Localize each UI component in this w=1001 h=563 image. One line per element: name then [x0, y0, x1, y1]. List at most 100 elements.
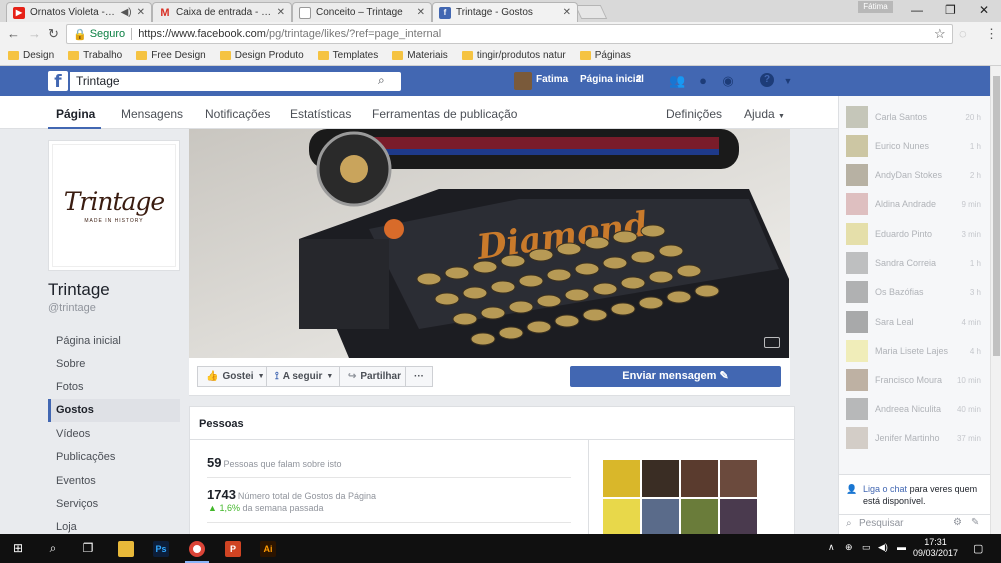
bookmark-folder[interactable]: Design Produto [219, 50, 304, 61]
friend-photo[interactable] [681, 460, 718, 497]
facebook-search-input[interactable]: Trintage [70, 72, 401, 91]
tray-chevron-icon[interactable]: ∧ [828, 542, 835, 553]
bookmark-folder[interactable]: Materiais [392, 50, 448, 61]
friend-photo[interactable] [720, 460, 757, 497]
tab-notifications[interactable]: Notificações [205, 107, 270, 121]
url-field[interactable]: 🔒 Seguro https://www.facebook.com /pg/tr… [66, 24, 953, 44]
photoshop-icon[interactable]: Ps [153, 541, 169, 557]
tab-publishing-tools[interactable]: Ferramentas de publicação [372, 107, 517, 121]
extension-icon[interactable]: ◌ [959, 26, 967, 41]
browser-tab[interactable]: Conceito – Trintage ✕ [292, 2, 432, 22]
battery-icon[interactable]: ▬ [897, 542, 906, 552]
chat-contact[interactable]: Eduardo Pinto 3 min [839, 220, 991, 248]
search-icon[interactable]: ⌕ [43, 538, 63, 558]
bookmark-folder[interactable]: Free Design [136, 50, 206, 61]
tray-app-icon[interactable]: ⊕ [845, 542, 853, 553]
browser-tab[interactable]: ▶ Ornatos Violeta - Cão ◀) ✕ [6, 2, 152, 22]
chat-contact[interactable]: Eurico Nunes 1 h [839, 132, 991, 160]
page-username[interactable]: @trintage [48, 302, 96, 314]
chat-search-input[interactable]: ⌕ Pesquisar ⚙ ✎ [839, 514, 991, 534]
powerpoint-icon[interactable]: P [225, 541, 241, 557]
friend-photo[interactable] [681, 499, 718, 536]
minimize-icon[interactable]: — [911, 3, 923, 17]
friend-photo[interactable] [642, 499, 679, 536]
windows-start-icon[interactable]: ⊞ [8, 538, 28, 558]
close-icon[interactable]: ✕ [563, 7, 571, 18]
page-scrollbar[interactable] [990, 66, 1001, 534]
system-clock[interactable]: 17:31 09/03/2017 [913, 537, 958, 559]
browser-profile-chip[interactable]: Fátima [858, 1, 893, 13]
left-nav-services[interactable]: Serviços [48, 493, 180, 516]
left-nav-videos[interactable]: Vídeos [48, 423, 180, 446]
left-nav-events[interactable]: Eventos [48, 470, 180, 493]
task-view-icon[interactable]: ❐ [78, 538, 98, 558]
compose-icon[interactable]: ✎ [971, 517, 979, 528]
bookmark-folder[interactable]: tingir/produtos natur [461, 50, 566, 61]
tab-page[interactable]: Página [56, 107, 95, 121]
tab-messages[interactable]: Mensagens [121, 107, 183, 121]
messenger-icon[interactable]: ● [695, 73, 711, 89]
search-icon[interactable]: ⌕ [378, 73, 385, 88]
enable-chat-link[interactable]: Liga o chat [863, 484, 907, 494]
new-tab-button[interactable] [574, 5, 608, 19]
share-button[interactable]: ↪ Partilhar [339, 366, 410, 387]
left-nav-posts[interactable]: Publicações [48, 446, 180, 469]
facebook-logo-icon[interactable]: f [48, 71, 68, 92]
camera-icon[interactable] [764, 337, 780, 348]
file-explorer-icon[interactable] [118, 541, 134, 557]
left-nav-shop[interactable]: Loja [48, 516, 180, 534]
send-message-button[interactable]: Enviar mensagem ✎ [570, 366, 781, 387]
chat-contact[interactable]: Jenifer Martinho 37 min [839, 424, 991, 452]
bookmark-folder[interactable]: Templates [317, 50, 378, 61]
left-nav-photos[interactable]: Fotos [48, 376, 180, 399]
friend-photo[interactable] [642, 460, 679, 497]
chat-contact[interactable]: Carla Santos 20 h [839, 103, 991, 131]
network-icon[interactable]: ▭ [862, 542, 871, 553]
friend-photo[interactable] [603, 499, 640, 536]
close-icon[interactable]: ✕ [277, 7, 285, 18]
close-icon[interactable]: ✕ [417, 7, 425, 18]
notifications-icon[interactable]: ▢ [973, 542, 983, 555]
friend-requests-icon[interactable]: 👥 [669, 73, 685, 89]
page-title[interactable]: Trintage [48, 280, 110, 300]
friend-photo[interactable] [603, 460, 640, 497]
page-profile-picture[interactable]: Trintage MADE IN HISTORY [48, 140, 180, 271]
left-nav-home[interactable]: Página inicial [48, 330, 180, 353]
chat-contact[interactable]: Andreea Niculita 40 min [839, 395, 991, 423]
maximize-icon[interactable]: ❐ [945, 3, 956, 17]
browser-tab[interactable]: M Caixa de entrada - fatima ✕ [152, 2, 292, 22]
chat-contact[interactable]: Maria Lisete Lajes 4 h [839, 337, 991, 365]
close-window-icon[interactable]: ✕ [979, 3, 989, 17]
chat-contact[interactable]: Sandra Correia 1 h [839, 249, 991, 277]
chat-contact[interactable]: Sara Leal 4 min [839, 308, 991, 336]
help-icon[interactable]: ? [760, 73, 774, 87]
back-icon[interactable]: ← [7, 26, 20, 41]
liked-button[interactable]: 👍 Gostei ▼ [197, 366, 274, 387]
notifications-globe-icon[interactable]: ◉ [720, 73, 736, 89]
more-options-button[interactable]: ··· [405, 366, 433, 387]
profile-link[interactable]: Fatima [536, 74, 568, 85]
gear-icon[interactable]: ⚙ [953, 517, 962, 528]
chrome-icon[interactable] [189, 541, 205, 557]
chat-contact[interactable]: AndyDan Stokes 2 h [839, 161, 991, 189]
home-link[interactable]: Página inicial [580, 74, 644, 85]
illustrator-icon[interactable]: Ai [260, 541, 276, 557]
bookmark-star-icon[interactable]: ☆ [934, 26, 946, 42]
dropdown-icon[interactable]: ▼ [780, 73, 796, 89]
cover-photo[interactable]: Diamond [189, 129, 790, 358]
scrollbar-thumb[interactable] [993, 76, 1000, 356]
chat-contact[interactable]: Aldina Andrade 9 min [839, 190, 991, 218]
forward-icon[interactable]: → [28, 26, 41, 41]
chat-contact[interactable]: Os Bazófias 3 h [839, 278, 991, 306]
chat-contact[interactable]: Francisco Moura 10 min [839, 366, 991, 394]
following-button[interactable]: ⟟ A seguir ▼ [266, 366, 343, 387]
friend-photo[interactable] [720, 499, 757, 536]
user-avatar[interactable] [514, 72, 532, 90]
bookmark-folder[interactable]: Trabalho [68, 50, 122, 61]
left-nav-about[interactable]: Sobre [48, 353, 180, 376]
bookmark-folder[interactable]: Páginas [579, 50, 631, 61]
bookmark-folder[interactable]: Design [8, 50, 54, 61]
tab-insights[interactable]: Estatísticas [290, 107, 351, 121]
volume-icon[interactable]: ◀) [878, 542, 888, 553]
close-icon[interactable]: ✕ [137, 7, 145, 18]
